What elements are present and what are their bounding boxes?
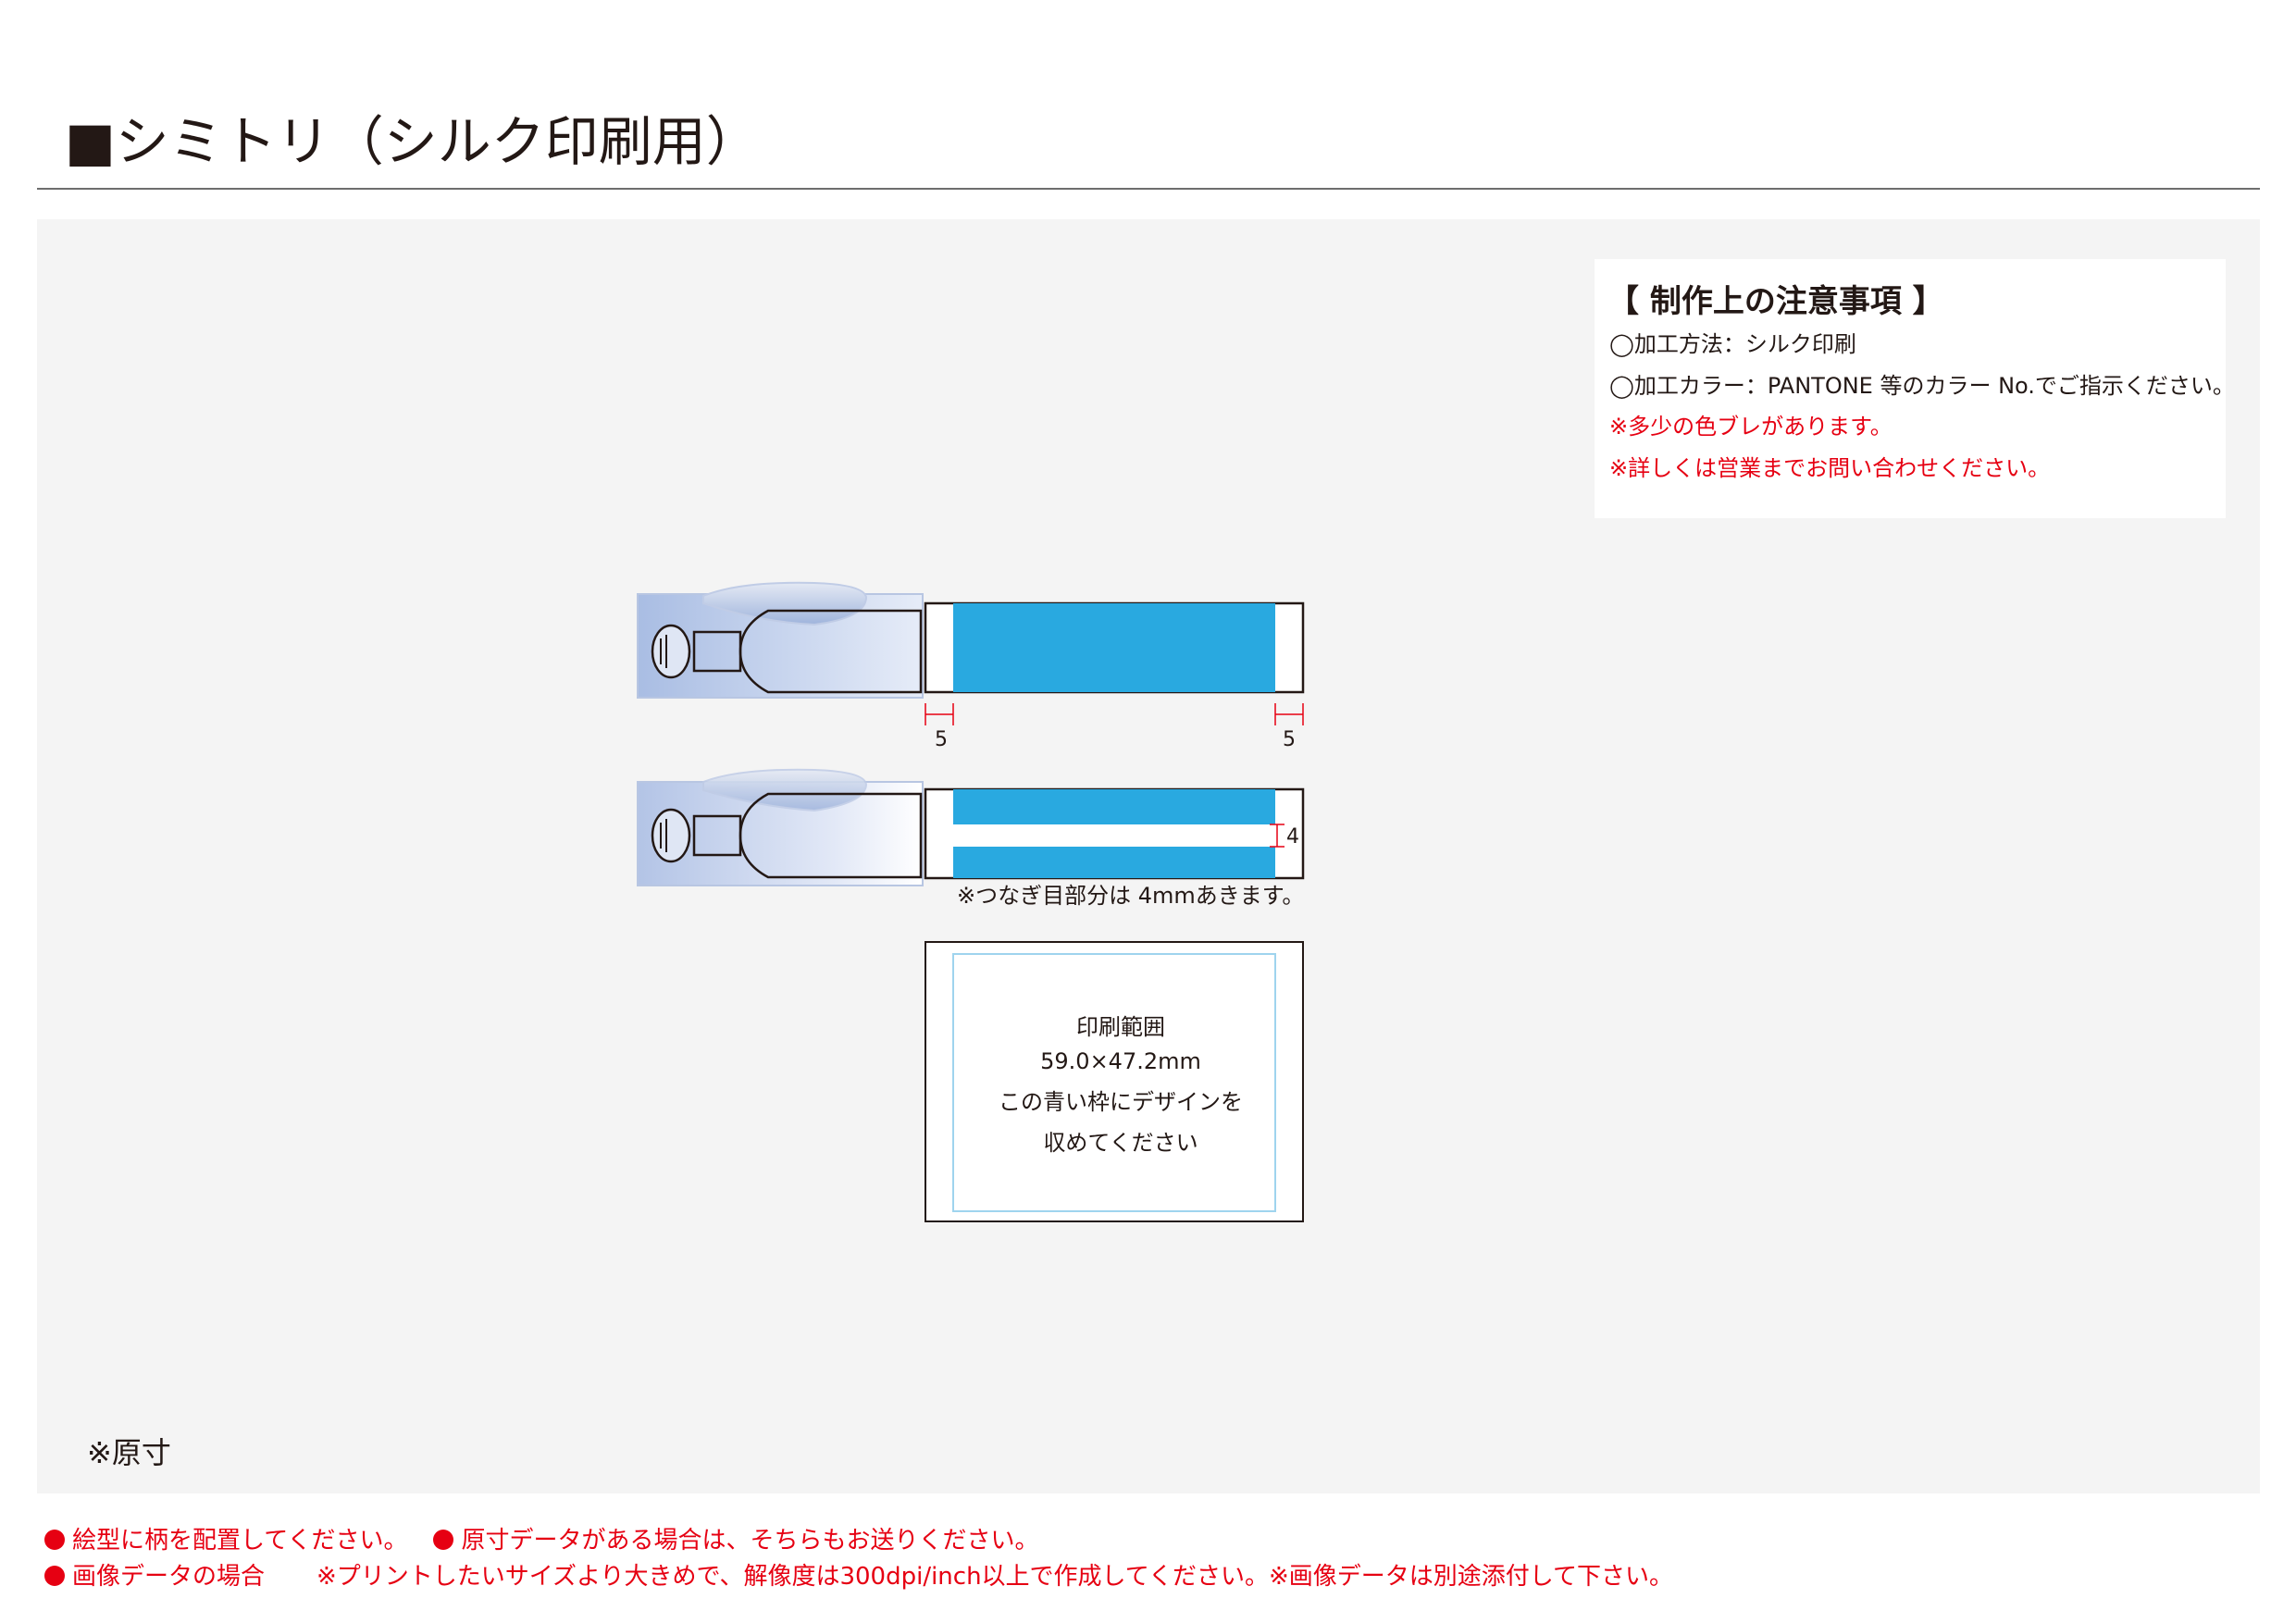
bullet-icon [433,1530,454,1550]
print-band-upper [953,789,1275,824]
right-margin-label: 5 [1283,728,1296,751]
pen-top-view [637,581,1305,699]
bullet-icon [44,1530,65,1550]
actual-size-note: ※原寸 [87,1435,171,1470]
footer-send-original: 原寸データがある場合は、そちらもお送りください。 [461,1527,1039,1555]
joint-gap-label: 4 [1286,825,1299,849]
footer-row-2: 画像データの場合 ※プリントしたいサイズより大きめで、解像度は300dpi/inc… [44,1561,1673,1592]
footer-image-data: 画像データの場合 [72,1563,266,1591]
footer-row-1: 絵型に柄を配置してください。 原寸データがある場合は、そちらもお送りください。 [44,1525,1038,1556]
print-area-size: 59.0×47.2mm [1040,1048,1201,1074]
footer-place-pattern: 絵型に柄を配置してください。 [72,1527,408,1555]
footer-image-requirements: ※プリントしたいサイズより大きめで、解像度は300dpi/inch以上で作成して… [316,1563,1674,1591]
print-area-instruction-2: 収めてください [1043,1130,1198,1156]
print-band-lower [953,847,1275,878]
print-area-title: 印刷範囲 [1076,1014,1165,1040]
print-area-inner [952,953,1276,1212]
cap-knob [651,808,691,863]
cap-knob [651,624,691,679]
print-area-instruction-1: この青い枠にデザインを [999,1089,1243,1115]
print-area-template [925,941,1304,1222]
left-margin-label: 5 [935,728,948,751]
bullet-icon [44,1566,65,1586]
pen-joint-view [637,768,1305,886]
product-template-figure: 5 5 4 ※つなぎ目部分は 4mmあきます。 印刷範囲 59.0×47.2mm… [637,581,1305,1222]
print-band [953,603,1275,692]
edge-margin-dimensions [925,703,1304,725]
joint-note: ※つなぎ目部分は 4mmあきます。 [957,883,1304,909]
